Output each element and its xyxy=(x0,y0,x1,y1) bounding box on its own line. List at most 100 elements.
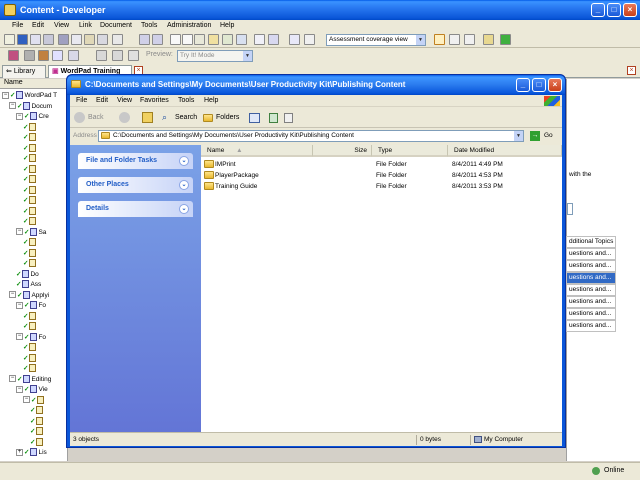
file-list[interactable]: Name ▲ Size Type Date Modified IMPrint Fi… xyxy=(201,145,562,432)
explorer-close-button[interactable]: × xyxy=(548,78,562,92)
menu-view[interactable]: View xyxy=(54,22,69,29)
explorer-title-bar[interactable]: C:\Documents and Settings\My Documents\U… xyxy=(67,75,565,95)
link-icon[interactable] xyxy=(43,34,54,45)
go-button[interactable]: Go xyxy=(544,132,553,139)
menu-edit[interactable]: Edit xyxy=(32,22,44,29)
checklist-icon[interactable] xyxy=(284,113,293,123)
cut-icon[interactable] xyxy=(58,34,69,45)
search-button[interactable]: Search xyxy=(175,114,197,121)
menu-tools[interactable]: Tools xyxy=(141,22,157,29)
explorer-menu-help[interactable]: Help xyxy=(204,97,218,104)
remove-icon[interactable] xyxy=(182,34,193,45)
tree-expander-icon[interactable]: − xyxy=(9,102,16,110)
tree-row[interactable]: ✓ xyxy=(30,427,44,437)
tree-expander-icon[interactable]: − xyxy=(23,396,30,404)
tree-row[interactable]: ✓ xyxy=(23,217,37,227)
pane-list-item[interactable]: uestions and... xyxy=(566,308,616,320)
tree-row[interactable]: ✓ xyxy=(23,248,37,259)
menu-administration[interactable]: Administration xyxy=(167,22,211,29)
outline-tree[interactable]: − ✓ WordPad T − ✓ Docum − ✓ Cre ✓ ✓ ✓ ✓ ✓ ✓ ✓ ✓ ✓ ✓ − ✓ Sa ✓ ✓ ✓… xyxy=(0,89,68,461)
tree-row[interactable]: − ✓ Fo xyxy=(16,301,46,311)
tree-row[interactable]: ✓ Ass xyxy=(16,280,41,290)
chevron-down-icon[interactable]: ▼ xyxy=(514,131,523,141)
tree-row[interactable]: ✓ xyxy=(23,322,37,332)
delete-icon[interactable] xyxy=(97,34,108,45)
tree-row[interactable]: ✓ xyxy=(23,238,37,248)
menu-document[interactable]: Document xyxy=(100,22,132,29)
file-row[interactable]: IMPrint File Folder 8/4/2011 4:49 PM xyxy=(201,159,562,170)
pane-input-edge[interactable] xyxy=(567,203,573,215)
chevron-down-icon[interactable]: ⌄ xyxy=(179,180,189,190)
explorer-menu-edit[interactable]: Edit xyxy=(96,97,108,104)
up-arrow-icon[interactable] xyxy=(96,50,107,61)
details-header[interactable]: Details ⌄ xyxy=(78,201,193,217)
save-icon[interactable] xyxy=(17,34,28,45)
record-icon[interactable] xyxy=(8,50,19,61)
tree-row[interactable]: − ✓ Applyi xyxy=(9,290,49,301)
frame-icon[interactable] xyxy=(52,50,63,61)
tree-row[interactable]: ✓ xyxy=(23,259,37,269)
tree-expander-icon[interactable]: − xyxy=(16,333,23,341)
undo-icon[interactable] xyxy=(112,34,123,45)
go-icon[interactable] xyxy=(112,50,123,61)
pane-list-item[interactable]: uestions and... xyxy=(566,296,616,308)
tree-row[interactable]: − ✓ Editing xyxy=(9,374,51,385)
tree-expander-icon[interactable]: + xyxy=(16,448,23,456)
minimize-button[interactable]: _ xyxy=(591,3,605,17)
tree-row[interactable]: − ✓ Fo xyxy=(16,332,46,343)
redo-icon[interactable] xyxy=(152,34,163,45)
export-icon[interactable] xyxy=(304,34,315,45)
tree-row[interactable]: ✓ xyxy=(23,343,37,353)
chevron-down-icon[interactable]: ⌄ xyxy=(179,204,189,214)
pane-icon[interactable] xyxy=(464,34,475,45)
close-button[interactable]: × xyxy=(623,3,637,17)
column-name[interactable]: Name ▲ xyxy=(201,145,313,157)
pane-list-item[interactable]: uestions and... xyxy=(566,272,616,284)
copy-icon[interactable] xyxy=(71,34,82,45)
tree-expander-icon[interactable]: − xyxy=(2,91,9,99)
views-icon[interactable] xyxy=(249,113,260,123)
pane-list-item[interactable]: uestions and... xyxy=(566,260,616,272)
main-title-bar[interactable]: Content - Developer _ □ × xyxy=(0,0,640,20)
paste-icon[interactable] xyxy=(84,34,95,45)
screen-icon[interactable] xyxy=(38,50,49,61)
tree-row[interactable]: − ✓ Cre xyxy=(16,112,49,122)
play-icon[interactable] xyxy=(128,50,139,61)
column-type[interactable]: Type xyxy=(372,145,448,157)
tree-expander-icon[interactable]: − xyxy=(16,301,23,309)
spellcheck-icon[interactable] xyxy=(222,34,233,45)
tree-column-header[interactable]: Name xyxy=(0,79,68,89)
maximize-button[interactable]: □ xyxy=(607,3,621,17)
explorer-menu-file[interactable]: File xyxy=(76,97,87,104)
sort-icon[interactable] xyxy=(268,34,279,45)
tree-row[interactable]: + ✓ Lis xyxy=(16,448,47,458)
explorer-menu-favorites[interactable]: Favorites xyxy=(140,97,169,104)
tree-expander-icon[interactable]: − xyxy=(16,228,23,236)
folders-button[interactable]: Folders xyxy=(216,114,239,121)
tree-row[interactable]: ✓ xyxy=(23,164,37,175)
split-view-icon[interactable] xyxy=(449,34,460,45)
tree-row[interactable]: − ✓ Docum xyxy=(9,101,52,112)
tree-row[interactable]: ✓ xyxy=(23,196,37,206)
pane-list-item[interactable]: uestions and... xyxy=(566,284,616,296)
menu-file[interactable]: File xyxy=(12,22,23,29)
tree-row[interactable]: ✓ xyxy=(23,353,37,364)
publish-icon[interactable] xyxy=(254,34,265,45)
add-icon[interactable] xyxy=(170,34,181,45)
outline-icon[interactable] xyxy=(194,34,205,45)
tree-row[interactable]: ✓ xyxy=(23,122,37,133)
forward-arrow-icon[interactable] xyxy=(119,112,130,123)
undo2-icon[interactable] xyxy=(139,34,150,45)
tree-row[interactable]: − ✓ WordPad T xyxy=(2,91,57,101)
chevron-down-icon[interactable]: ⌄ xyxy=(179,156,189,166)
tree-row[interactable]: ✓ Do xyxy=(16,269,39,280)
tree-row[interactable]: ✓ xyxy=(30,406,44,416)
menu-help[interactable]: Help xyxy=(220,22,234,29)
tree-expander-icon[interactable]: − xyxy=(9,375,16,383)
pane-list-item[interactable]: uestions and... xyxy=(566,320,616,332)
tree-row[interactable]: ✓ xyxy=(23,364,37,374)
tab-library[interactable]: ⇐ Library xyxy=(2,65,46,78)
tree-row[interactable]: − ✓ Sa xyxy=(16,227,46,238)
preview-mode-select[interactable]: Try It! Mode ▼ xyxy=(177,50,253,62)
pane-list-item[interactable]: dditional Topics xyxy=(566,236,616,248)
